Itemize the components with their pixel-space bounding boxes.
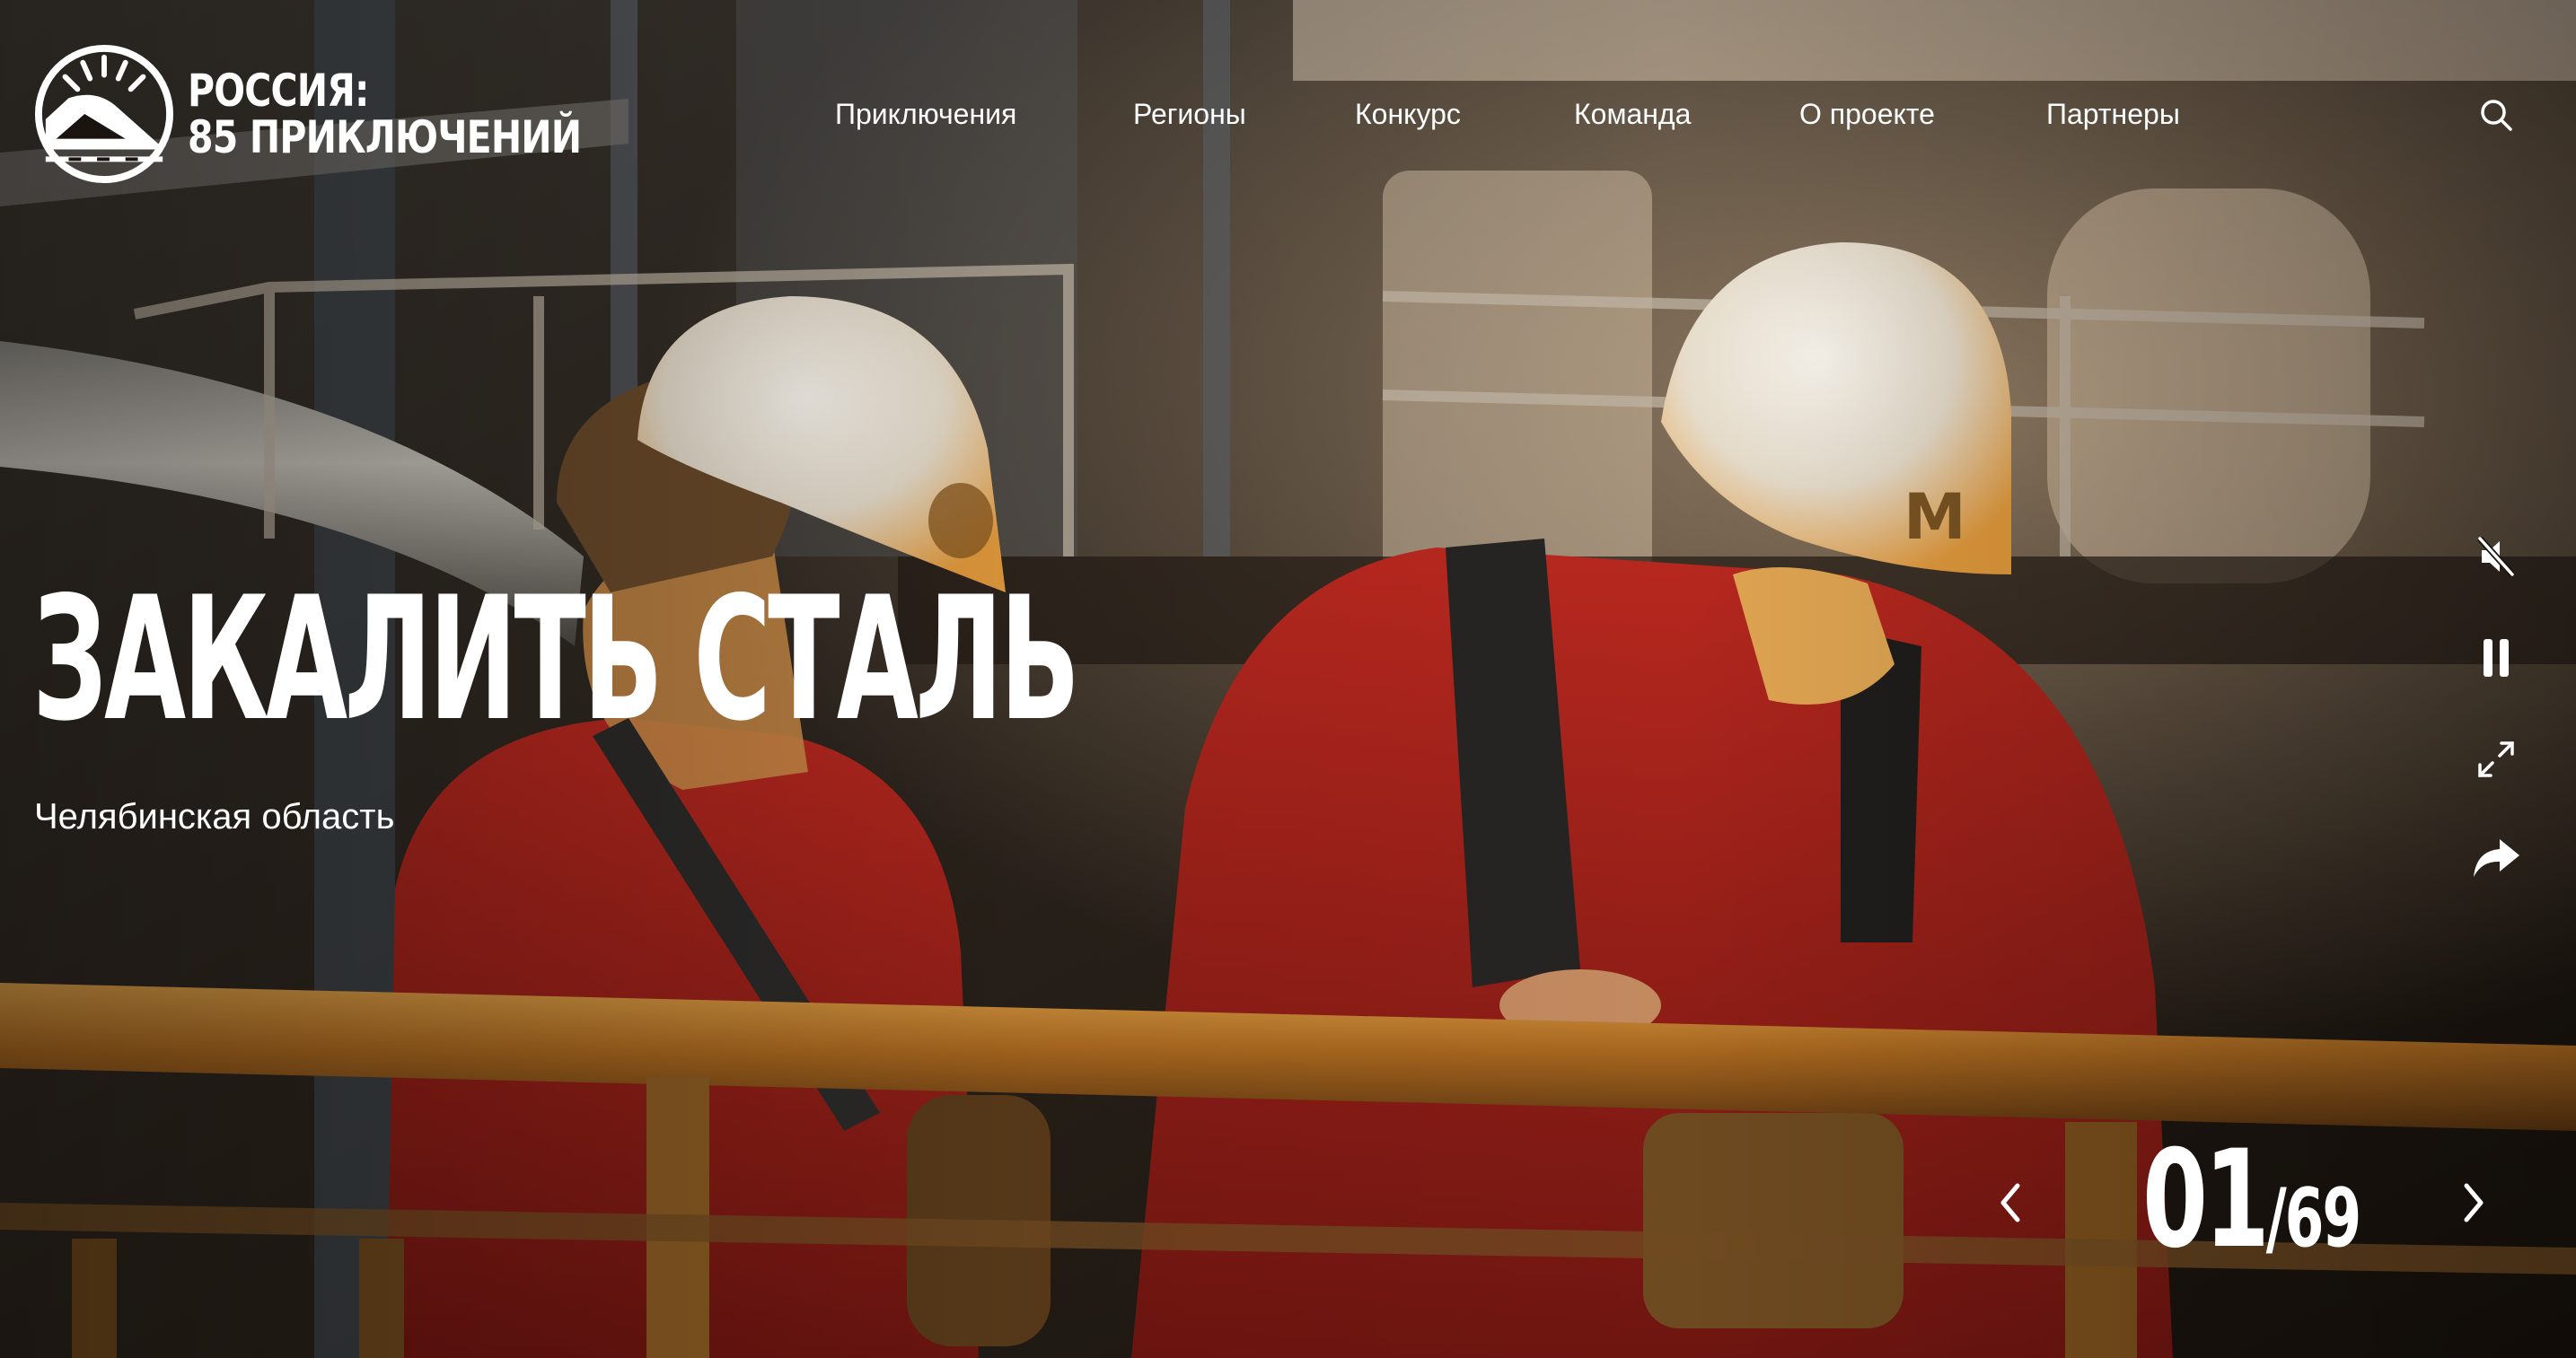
region-subtitle[interactable]: Челябинская область (34, 794, 394, 839)
next-slide-button[interactable] (2442, 1167, 2505, 1239)
slide-current: 01 (2142, 1122, 2270, 1278)
share-arrow-icon (2474, 839, 2519, 877)
speaker-muted-icon (2477, 536, 2515, 577)
slide-separator: / (2265, 1171, 2287, 1266)
slide-counter: 01/69 (2142, 1133, 2362, 1267)
nav-item-contest[interactable]: Конкурс (1355, 92, 1461, 136)
fullscreen-button[interactable] (2464, 727, 2528, 792)
nav-item-team[interactable]: Команда (1574, 92, 1691, 136)
chevron-right-icon (2464, 1183, 2484, 1222)
nav-item-regions[interactable]: Регионы (1133, 92, 1246, 136)
main-nav: Приключения Регионы Конкурс Команда О пр… (0, 92, 2576, 136)
expand-icon (2478, 741, 2514, 777)
search-icon (2481, 100, 2512, 131)
hero-section: M (0, 0, 2576, 1358)
nav-item-adventures[interactable]: Приключения (835, 92, 1016, 136)
share-button[interactable] (2464, 826, 2528, 890)
prev-slide-button[interactable] (1979, 1167, 2042, 1239)
chevron-left-icon (2000, 1183, 2020, 1222)
slide-total: 69 (2284, 1171, 2362, 1266)
search-button[interactable] (2478, 97, 2514, 133)
pause-button[interactable] (2464, 626, 2528, 690)
nav-item-partners[interactable]: Партнеры (2046, 92, 2180, 136)
nav-item-about[interactable]: О проекте (1799, 92, 1935, 136)
pause-icon (2484, 639, 2509, 677)
mute-button[interactable] (2464, 524, 2528, 589)
page-title: ЗАКАЛИТЬ СТАЛЬ (32, 560, 1080, 758)
